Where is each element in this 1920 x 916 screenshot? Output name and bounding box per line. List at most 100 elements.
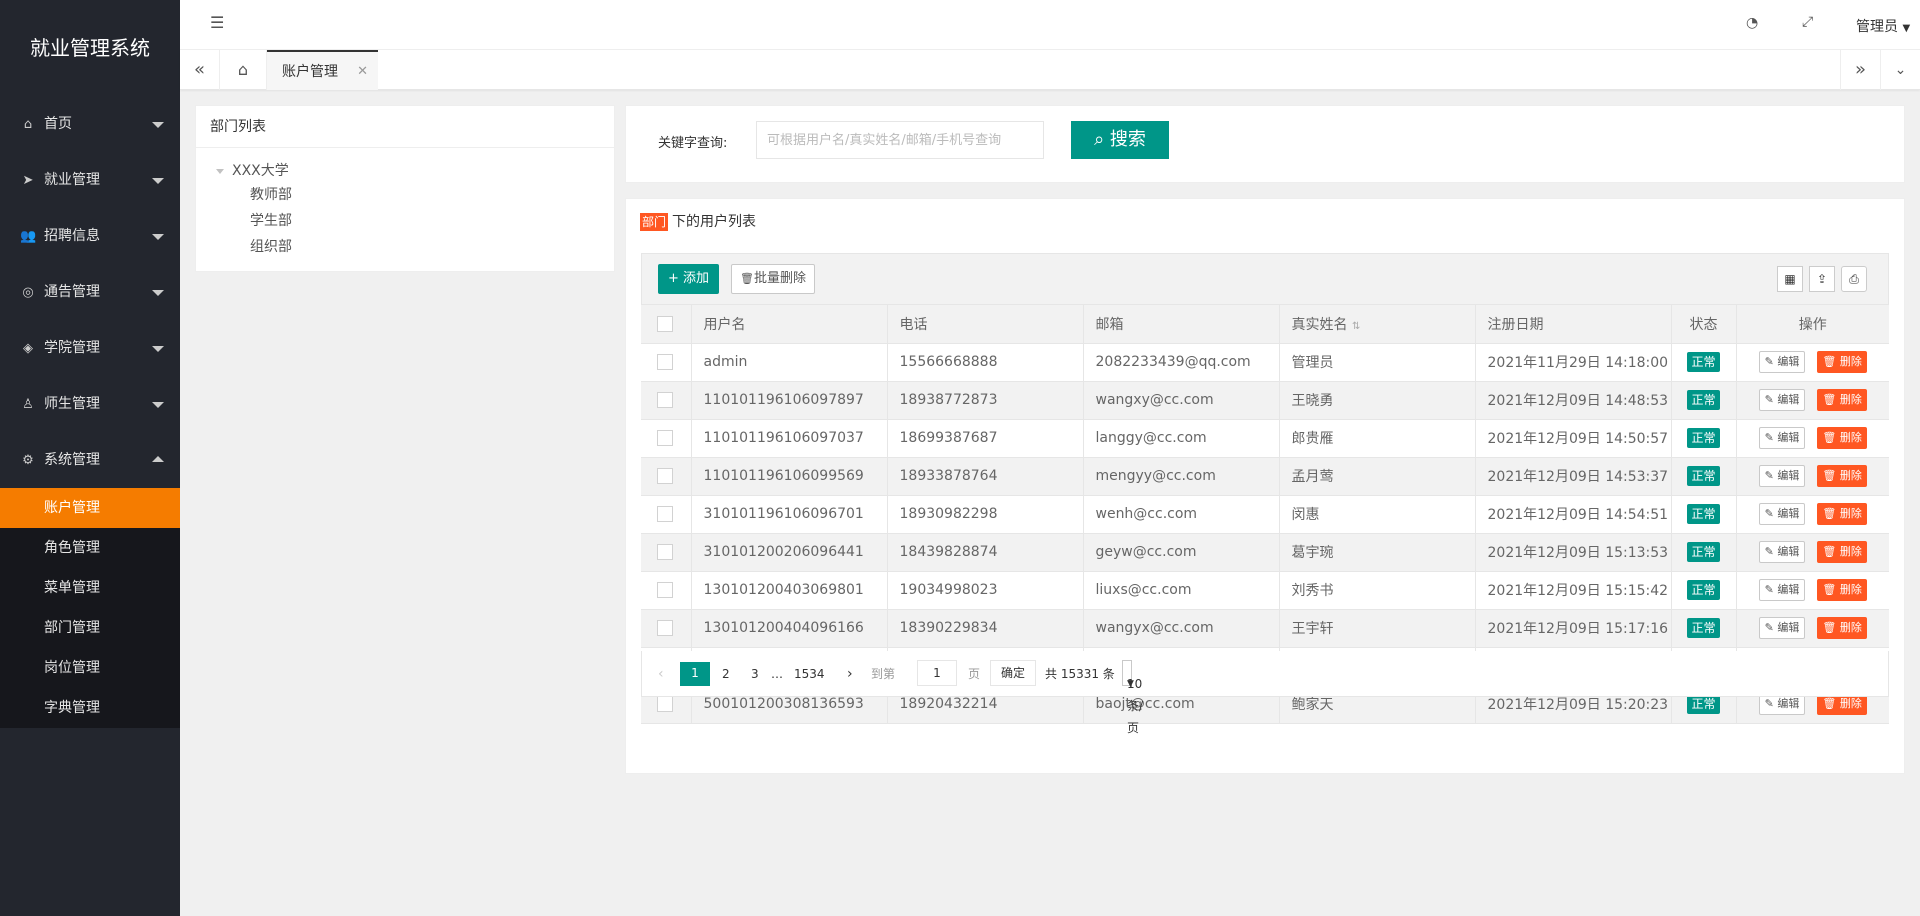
edit-button[interactable]: ✎ 编辑 <box>1758 465 1806 487</box>
search-input[interactable] <box>756 121 1044 159</box>
sub-nav-item-3[interactable]: 部门管理 <box>0 608 180 648</box>
print-icon[interactable]: ⎙ <box>1841 266 1867 292</box>
row-checkbox[interactable] <box>657 696 673 712</box>
columns-icon[interactable]: ▦ <box>1777 266 1803 292</box>
gear-icon: ⚙ <box>22 453 34 468</box>
page-1[interactable]: 1 <box>680 662 710 686</box>
table-row: 110101196106099569 18933878764 mengyy@cc.c… <box>641 457 1889 496</box>
delete-button[interactable]: 🗑 删除 <box>1817 351 1867 373</box>
caret-down-icon[interactable] <box>216 168 224 174</box>
th-name[interactable]: 真实姓名 ⇅ <box>1278 305 1475 344</box>
cell-username: 110101196106097037 <box>690 419 887 458</box>
page-last[interactable]: 1534 <box>794 663 825 685</box>
tree-root-label: XXX大学 <box>232 163 289 179</box>
table-row: 310101200206096441 18439828874 geyw@cc.com… <box>641 533 1889 572</box>
goto-input[interactable]: 1 <box>917 660 957 686</box>
row-checkbox-cell[interactable] <box>641 381 691 420</box>
row-checkbox-cell[interactable] <box>641 495 691 534</box>
next-page-icon[interactable]: › <box>847 663 853 685</box>
row-checkbox[interactable] <box>657 392 673 408</box>
per-page-select[interactable]: 10 条/页 ▼ <box>1122 660 1143 735</box>
tab-scroll-right-icon[interactable]: » <box>1840 50 1880 90</box>
row-checkbox[interactable] <box>657 354 673 370</box>
nav-item-4[interactable]: ◈ 学院管理 <box>0 320 180 376</box>
nav-item-1[interactable]: ➤ 就业管理 <box>0 152 180 208</box>
sort-icon[interactable]: ⇅ <box>1352 321 1360 332</box>
tree-child[interactable]: 组织部 <box>196 234 614 260</box>
nav-label: 首页 <box>44 116 72 132</box>
page-2[interactable]: 2 <box>722 663 730 685</box>
sub-nav-item-1[interactable]: 角色管理 <box>0 528 180 568</box>
cell-username: 130101200403069801 <box>690 571 887 610</box>
row-checkbox-cell[interactable] <box>641 533 691 572</box>
palette-icon[interactable]: ◔ <box>1746 15 1758 31</box>
row-checkbox-cell[interactable] <box>641 343 691 382</box>
row-checkbox-cell[interactable] <box>641 609 691 648</box>
cell-date: 2021年12月09日 14:53:37 <box>1474 457 1671 496</box>
export-icon[interactable]: ⇪ <box>1809 266 1835 292</box>
delete-button[interactable]: 🗑 删除 <box>1817 617 1867 639</box>
search-button[interactable]: ⌕ 搜索 <box>1071 121 1169 159</box>
row-checkbox[interactable] <box>657 544 673 560</box>
delete-button[interactable]: 🗑 删除 <box>1817 465 1867 487</box>
sub-nav-item-5[interactable]: 字典管理 <box>0 688 180 728</box>
user-list-panel: 部门 下的用户列表 + 添加 🗑批量删除 ▦ ⇪ ⎙ 用户名 电话 邮箱 真实姓名… <box>625 198 1905 774</box>
delete-label: 删除 <box>1839 583 1862 596</box>
nav-item-6[interactable]: ⚙ 系统管理 <box>0 432 180 488</box>
user-menu[interactable]: 管理员 ▼ <box>1856 16 1910 36</box>
fullscreen-icon[interactable]: ⤢ <box>1802 14 1813 30</box>
delete-button[interactable]: 🗑 删除 <box>1817 427 1867 449</box>
edit-button[interactable]: ✎ 编辑 <box>1758 617 1806 639</box>
tree-child[interactable]: 教师部 <box>196 182 614 208</box>
nav-item-2[interactable]: 👥 招聘信息 <box>0 208 180 264</box>
nav-label: 学院管理 <box>44 340 100 356</box>
row-checkbox[interactable] <box>657 506 673 522</box>
tab-label: 账户管理 <box>282 64 338 80</box>
tab-more-icon[interactable]: ⌄ <box>1880 50 1920 90</box>
edit-button[interactable]: ✎ 编辑 <box>1758 579 1806 601</box>
nav-item-3[interactable]: ◎ 通告管理 <box>0 264 180 320</box>
row-checkbox-cell[interactable] <box>641 457 691 496</box>
nav-item-0[interactable]: ⌂ 首页 <box>0 96 180 152</box>
edit-button[interactable]: ✎ 编辑 <box>1758 351 1806 373</box>
row-checkbox-cell[interactable] <box>641 419 691 458</box>
sub-nav-item-4[interactable]: 岗位管理 <box>0 648 180 688</box>
edit-icon: ✎ <box>1764 507 1778 520</box>
row-checkbox[interactable] <box>657 582 673 598</box>
edit-button[interactable]: ✎ 编辑 <box>1758 389 1806 411</box>
edit-button[interactable]: ✎ 编辑 <box>1758 503 1806 525</box>
close-icon[interactable]: ✕ <box>357 52 368 92</box>
select-all-checkbox-cell[interactable] <box>641 305 691 344</box>
edit-button[interactable]: ✎ 编辑 <box>1758 541 1806 563</box>
sub-nav-item-0[interactable]: 账户管理 <box>0 488 180 528</box>
delete-button[interactable]: 🗑 删除 <box>1817 503 1867 525</box>
row-checkbox[interactable] <box>657 430 673 446</box>
home-tab-icon[interactable]: ⌂ <box>220 50 267 90</box>
edit-button[interactable]: ✎ 编辑 <box>1758 427 1806 449</box>
add-button[interactable]: + 添加 <box>658 264 720 294</box>
cell-email: wangxy@cc.com <box>1082 381 1279 420</box>
tab-scroll-left-icon[interactable]: « <box>180 50 220 90</box>
th-username: 用户名 <box>690 305 887 344</box>
batch-delete-button[interactable]: 🗑批量删除 <box>731 264 815 294</box>
cell-name: 闵惠 <box>1278 495 1475 534</box>
th-date: 注册日期 <box>1474 305 1671 344</box>
delete-button[interactable]: 🗑 删除 <box>1817 541 1867 563</box>
cell-date: 2021年12月09日 14:50:57 <box>1474 419 1671 458</box>
page-3[interactable]: 3 <box>751 663 759 685</box>
row-checkbox[interactable] <box>657 468 673 484</box>
menu-toggle-icon[interactable]: ☰ <box>210 13 224 32</box>
select-all-checkbox[interactable] <box>657 315 673 332</box>
nav-item-5[interactable]: ♙ 师生管理 <box>0 376 180 432</box>
tab-account[interactable]: 账户管理 ✕ <box>267 50 378 90</box>
confirm-page-button[interactable]: 确定 <box>990 660 1037 686</box>
row-checkbox[interactable] <box>657 620 673 636</box>
tree-root[interactable]: XXX大学 <box>196 148 614 180</box>
delete-button[interactable]: 🗑 删除 <box>1817 389 1867 411</box>
status-badge: 正常 <box>1687 390 1720 410</box>
row-checkbox-cell[interactable] <box>641 571 691 610</box>
sub-nav-item-2[interactable]: 菜单管理 <box>0 568 180 608</box>
delete-button[interactable]: 🗑 删除 <box>1817 579 1867 601</box>
tree-child[interactable]: 学生部 <box>196 208 614 234</box>
prev-page-icon[interactable]: ‹ <box>658 663 664 685</box>
